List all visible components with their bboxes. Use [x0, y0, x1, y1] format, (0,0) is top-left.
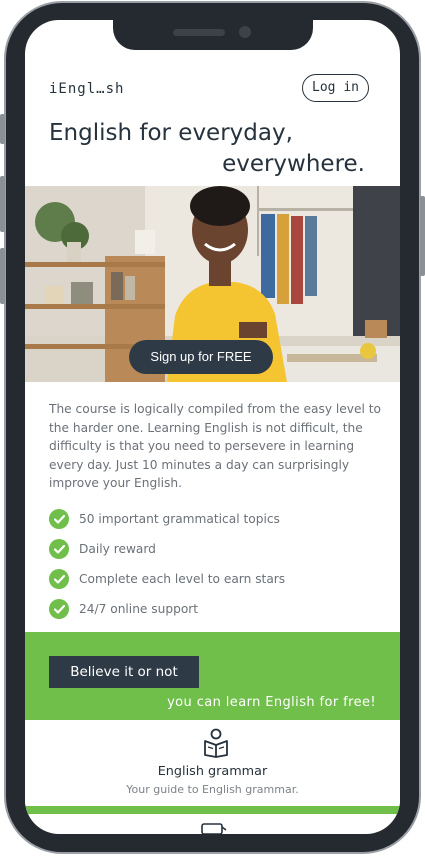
- promo-banner: Believe it or not you can learn English …: [25, 632, 400, 720]
- hero-image: Sign up for FREE: [25, 186, 400, 382]
- section-divider: [25, 806, 400, 814]
- login-button[interactable]: Log in: [302, 74, 369, 102]
- believe-label: Believe it or not: [49, 656, 199, 688]
- free-learning-text: you can learn English for free!: [167, 695, 376, 710]
- feature-item: Daily reward: [49, 534, 369, 564]
- front-camera: [239, 26, 251, 38]
- feature-list: 50 important grammatical topics Daily re…: [49, 504, 369, 624]
- headline-line-1: English for everyday,: [49, 120, 293, 146]
- phone-notch: [113, 20, 313, 50]
- feature-label: 24/7 online support: [79, 602, 199, 616]
- phone-mute-switch: [0, 114, 5, 144]
- phone-volume-up: [0, 176, 5, 232]
- feature-label: 50 important grammatical topics: [79, 512, 280, 526]
- course-description: The course is logically compiled from th…: [49, 402, 382, 490]
- feature-label: Complete each level to earn stars: [79, 572, 286, 586]
- check-icon: [49, 569, 69, 589]
- speaker-grille: [173, 29, 225, 36]
- feature-item: 24/7 online support: [49, 594, 369, 624]
- grammar-title: English grammar: [157, 764, 268, 779]
- book-reader-icon: [204, 728, 228, 758]
- feature-item: Complete each level to earn stars: [49, 564, 369, 594]
- check-icon: [49, 599, 69, 619]
- next-card-icon: [201, 823, 227, 834]
- site-header: iEngl…sh Log in: [25, 72, 400, 108]
- feature-label: Daily reward: [79, 542, 156, 556]
- check-icon: [49, 509, 69, 529]
- grammar-subtitle: Your guide to English grammar.: [126, 783, 299, 796]
- feature-item: 50 important grammatical topics: [49, 504, 369, 534]
- grammar-card[interactable]: English grammar Your guide to English gr…: [25, 720, 400, 806]
- headline-line-2: everywhere.: [222, 151, 365, 177]
- phone-power-button: [420, 196, 425, 276]
- check-icon: [49, 539, 69, 559]
- signup-button[interactable]: Sign up for FREE: [129, 340, 273, 374]
- page-headline: English for everyday, everywhere.: [49, 118, 365, 180]
- phone-screen: iEngl…sh Log in English for everyday, ev…: [25, 20, 400, 834]
- phone-volume-down: [0, 248, 5, 304]
- site-logo[interactable]: iEngl…sh: [49, 81, 124, 97]
